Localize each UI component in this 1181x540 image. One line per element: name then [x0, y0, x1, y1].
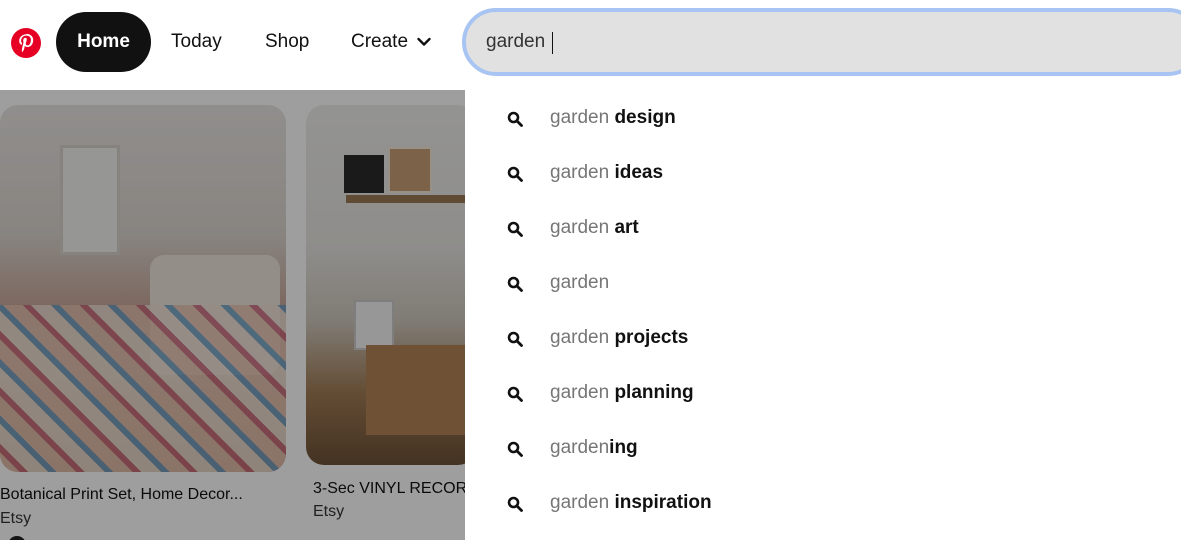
suggestion-text: garden art: [550, 217, 639, 239]
search-icon: [507, 331, 523, 347]
suggestion-text: garden ideas: [550, 162, 663, 184]
search-input[interactable]: [486, 12, 1086, 72]
suggestion-text: garden inspiration: [550, 492, 712, 514]
text-caret: [552, 32, 553, 54]
suggestion-query-part: garden: [550, 272, 610, 293]
suggestion-query-part: garden: [550, 107, 610, 128]
search-suggestion-item[interactable]: garden ideas: [465, 147, 1181, 199]
nav-home-button[interactable]: Home: [56, 12, 151, 72]
nav-create-menu[interactable]: Create: [351, 12, 432, 72]
suggestion-text: garden projects: [550, 327, 688, 349]
pinterest-logo-icon[interactable]: [10, 27, 42, 59]
suggestion-completion-part: inspiration: [609, 492, 712, 513]
search-suggestions-dropdown: garden design garden ideas garden art garde…: [465, 90, 1181, 540]
suggestion-text: gardening: [550, 437, 638, 459]
suggestion-text: garden design: [550, 107, 676, 129]
search-icon: [507, 221, 523, 237]
nav-shop-link[interactable]: Shop: [265, 12, 309, 72]
nav-shop-label: Shop: [265, 31, 310, 52]
search-suggestion-item[interactable]: garden planning: [465, 367, 1181, 419]
suggestion-completion-part: art: [609, 217, 639, 238]
search-icon: [507, 386, 523, 402]
chevron-down-icon: [417, 37, 431, 46]
search-suggestion-item[interactable]: garden inspiration: [465, 477, 1181, 529]
search-icon: [507, 111, 523, 127]
dim-overlay[interactable]: [0, 90, 465, 540]
top-header: Home Today Shop Create: [0, 0, 1181, 90]
suggestion-query-part: garden: [550, 492, 610, 513]
search-icon: [507, 166, 523, 182]
suggestion-completion-part: planning: [609, 382, 694, 403]
search-suggestion-item[interactable]: gardening: [465, 422, 1181, 474]
suggestion-completion-part: ing: [609, 437, 638, 458]
search-bar[interactable]: [462, 8, 1181, 76]
suggestion-query-part: garden: [550, 382, 610, 403]
suggestion-query-part: garden: [550, 162, 610, 183]
suggestion-query-part: garden: [550, 217, 610, 238]
nav-create-label: Create: [351, 31, 409, 52]
suggestion-completion-part: design: [609, 107, 676, 128]
search-suggestion-item[interactable]: garden projects: [465, 312, 1181, 364]
suggestion-text: garden planning: [550, 382, 694, 404]
search-icon: [507, 441, 523, 457]
suggestion-query-part: garden: [550, 327, 610, 348]
search-suggestion-item[interactable]: garden design: [465, 92, 1181, 144]
suggestion-text: garden: [550, 272, 609, 294]
search-suggestion-item[interactable]: garden art: [465, 202, 1181, 254]
pin-feed: Botanical Print Set, Home Decor... Etsy …: [0, 90, 465, 540]
suggestion-completion-part: projects: [609, 327, 689, 348]
nav-today-link[interactable]: Today: [171, 12, 222, 72]
suggestion-completion-part: ideas: [609, 162, 664, 183]
search-suggestion-item[interactable]: garden: [465, 257, 1181, 309]
search-icon: [507, 496, 523, 512]
nav-today-label: Today: [171, 31, 222, 52]
nav-home-label: Home: [77, 31, 130, 52]
search-icon: [507, 276, 523, 292]
suggestion-query-part: garden: [550, 437, 610, 458]
